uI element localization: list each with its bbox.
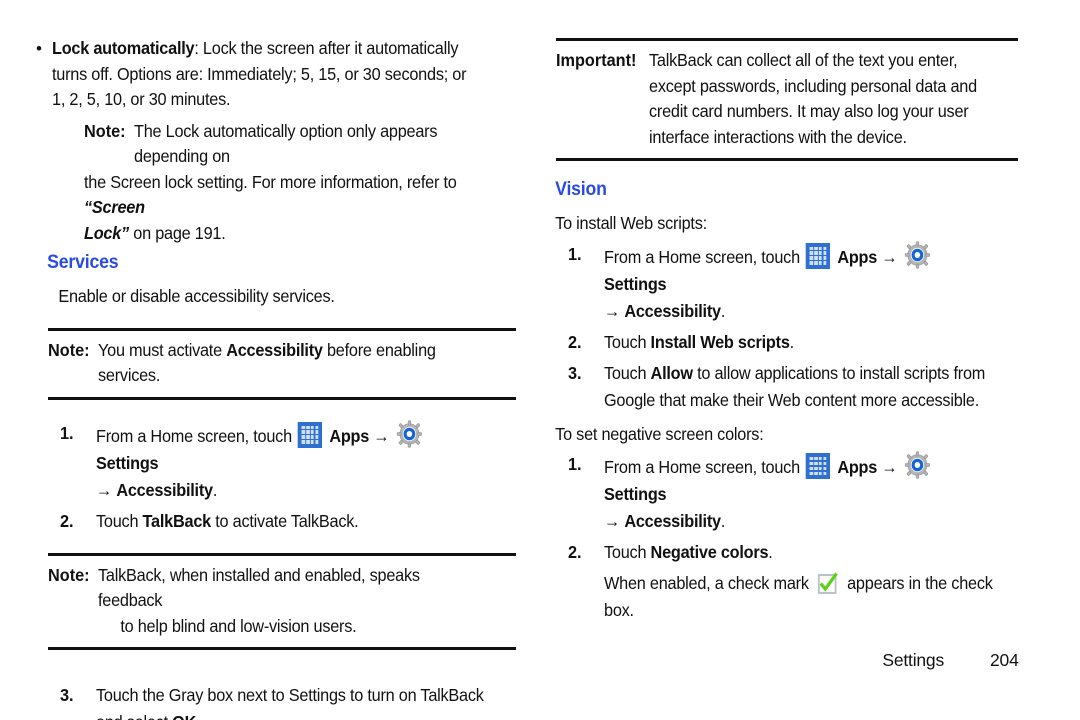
step-services-3: 3. Touch the Gray box next to Settings t… bbox=[36, 682, 516, 720]
step-install-2: 2. Touch Install Web scripts. bbox=[544, 329, 1024, 356]
step-line-2: and select OK. bbox=[96, 709, 487, 720]
right-column: Important! TalkBack can collect all of t… bbox=[544, 0, 1024, 720]
bullet-term: Lock automatically bbox=[52, 38, 195, 58]
arrow-icon: → bbox=[604, 300, 621, 321]
important-label: Important! bbox=[556, 50, 637, 70]
apps-grid-icon bbox=[806, 453, 831, 479]
important-line-4: interface interactions with the device. bbox=[649, 126, 907, 147]
bullet-line-2: turns off. Options are: Immediately; 5, … bbox=[52, 63, 467, 84]
apps-label: Apps bbox=[329, 425, 370, 446]
step-line-2: → Accessibility. bbox=[96, 479, 218, 500]
step-number: 1. bbox=[568, 454, 582, 474]
note-text: You must activate Accessibility before e… bbox=[97, 339, 436, 386]
step-number: 2. bbox=[60, 510, 74, 531]
note-line-3: Lock” on page 191. bbox=[84, 222, 226, 243]
manual-page: • Lock automatically: Lock the screen af… bbox=[0, 0, 1080, 720]
section-heading-vision: Vision bbox=[555, 179, 607, 200]
note-line-1: The Lock automatically option only appea… bbox=[133, 120, 437, 167]
bullet-line-1: Lock automatically: Lock the screen afte… bbox=[52, 36, 484, 62]
step-number: 1. bbox=[568, 243, 582, 264]
settings-gear-icon bbox=[904, 241, 931, 269]
arrow-icon: → bbox=[604, 511, 621, 531]
apps-grid-icon bbox=[806, 242, 831, 269]
step-install-1: 1. From a Home screen, touch Apps → Sett… bbox=[544, 241, 1024, 325]
bullet-line-3: 1, 2, 5, 10, or 30 minutes. bbox=[52, 89, 231, 109]
step-services-1: 1. From a Home screen, touch Apps → Sett… bbox=[36, 420, 516, 504]
install-web-scripts-intro: To install Web scripts: bbox=[555, 213, 707, 233]
apps-label: Apps bbox=[837, 246, 878, 267]
step-number: 3. bbox=[568, 362, 582, 383]
step-line-1: From a Home screen, touch Apps → Setting… bbox=[604, 241, 995, 298]
step-line-2: → Accessibility. bbox=[604, 511, 726, 531]
step-line-1: Touch the Gray box next to Settings to t… bbox=[96, 685, 484, 705]
bullet-line-1-rest: : Lock the screen after it automatically bbox=[194, 38, 459, 58]
settings-label: Settings bbox=[96, 452, 159, 473]
step-line-1: From a Home screen, touch Apps → Setting… bbox=[604, 451, 995, 508]
bullet-marker: • bbox=[36, 39, 42, 58]
note-label: Note: bbox=[48, 564, 90, 585]
note-line-2: to help blind and low-vision users. bbox=[120, 615, 357, 636]
step-line-1: Touch Allow to allow applications to ins… bbox=[604, 362, 986, 383]
checkmark-note-line-1: When enabled, a check mark appears in th… bbox=[604, 571, 993, 595]
green-checkmark-icon bbox=[817, 571, 839, 595]
step-install-3: 3. Touch Allow to allow applications to … bbox=[544, 360, 1024, 414]
apps-label: Apps bbox=[837, 457, 878, 477]
section-heading-services: Services bbox=[47, 252, 119, 273]
important-line-1: TalkBack can collect all of the text you… bbox=[649, 50, 958, 70]
arrow-icon: → bbox=[96, 479, 113, 500]
important-line-3: credit card numbers. It may also log you… bbox=[649, 101, 969, 121]
step-line-2: Google that make their Web content more … bbox=[604, 389, 980, 410]
step-negative-2: 2. Touch Negative colors. When enabled, … bbox=[544, 539, 1024, 624]
step-services-2: 2. Touch TalkBack to activate TalkBack. bbox=[36, 508, 516, 535]
note-activate-accessibility: Note: You must activate Accessibility be… bbox=[48, 327, 516, 400]
services-intro: Enable or disable accessibility services… bbox=[58, 286, 335, 306]
note-talkback-feedback: Note: TalkBack, when installed and enabl… bbox=[48, 552, 516, 650]
note-lock-automatically: Note: The Lock automatically option only… bbox=[36, 119, 516, 247]
step-number: 3. bbox=[60, 685, 74, 705]
step-text: Touch Install Web scripts. bbox=[604, 331, 794, 352]
step-negative-1: 1. From a Home screen, touch Apps → Sett… bbox=[544, 451, 1024, 535]
checkmark-note-line-2: box. bbox=[604, 600, 634, 620]
apps-grid-icon bbox=[298, 421, 323, 448]
note-line-2: the Screen lock setting. For more inform… bbox=[84, 171, 457, 218]
step-text: Touch Negative colors. bbox=[604, 542, 773, 562]
step-line-2: → Accessibility. bbox=[604, 300, 726, 321]
negative-colors-intro: To set negative screen colors: bbox=[555, 423, 764, 444]
page-footer: Settings 204 bbox=[544, 650, 1024, 671]
step-text: Touch TalkBack to activate TalkBack. bbox=[96, 510, 359, 531]
footer-section-label: Settings bbox=[882, 650, 944, 670]
step-number: 2. bbox=[568, 331, 582, 352]
important-talkback-collects-text: Important! TalkBack can collect all of t… bbox=[556, 38, 1018, 161]
note-line-1: TalkBack, when installed and enabled, sp… bbox=[97, 564, 420, 611]
important-line-2: except passwords, including personal dat… bbox=[649, 75, 977, 96]
footer-page-number: 204 bbox=[990, 650, 1019, 670]
arrow-icon: → bbox=[373, 425, 390, 446]
arrow-icon: → bbox=[881, 246, 898, 267]
note-label: Note: bbox=[48, 339, 90, 360]
note-label: Note: bbox=[84, 120, 126, 141]
step-number: 2. bbox=[568, 542, 582, 562]
arrow-icon: → bbox=[881, 457, 898, 477]
step-number: 1. bbox=[60, 422, 74, 443]
bullet-lock-automatically: • Lock automatically: Lock the screen af… bbox=[36, 36, 516, 113]
left-column: • Lock automatically: Lock the screen af… bbox=[36, 0, 516, 720]
settings-label: Settings bbox=[604, 273, 667, 294]
settings-label: Settings bbox=[604, 484, 667, 504]
step-line-1: From a Home screen, touch Apps → Setting… bbox=[96, 420, 487, 477]
settings-gear-icon bbox=[396, 420, 423, 448]
settings-gear-icon bbox=[904, 451, 931, 479]
